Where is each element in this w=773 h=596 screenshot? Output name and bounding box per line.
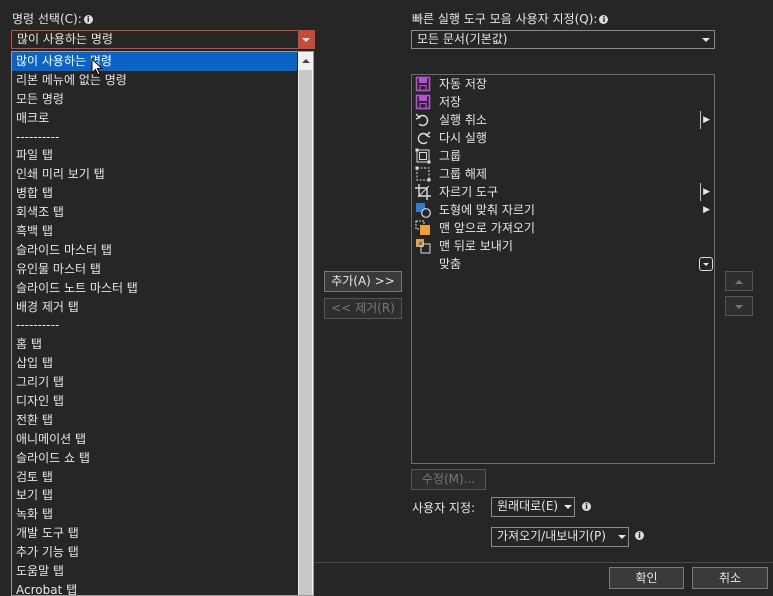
scroll-up-icon[interactable] — [298, 52, 313, 69]
command-list-item[interactable]: 매크로 — [12, 109, 297, 128]
crop-icon — [415, 184, 431, 200]
cancel-button[interactable]: 취소 — [692, 567, 768, 589]
command-list-item[interactable]: 흑백 탭 — [12, 222, 297, 241]
command-list-item[interactable]: 검토 탭 — [12, 468, 297, 487]
command-list-item[interactable]: 전환 탭 — [12, 411, 297, 430]
qat-commands-list[interactable]: 자동 저장 저장 실행 취소 ▶ 다시 실행 그룹 그룹 해제 자르기 도구 ▶ — [411, 74, 715, 464]
chevron-down-icon[interactable] — [298, 31, 314, 48]
command-list-item[interactable]: 슬라이드 마스터 탭 — [12, 241, 297, 260]
command-list-item[interactable]: Acrobat 탭 — [12, 581, 297, 595]
crop-to-shape-icon — [416, 203, 431, 218]
command-list-item[interactable]: 인쇄 미리 보기 탭 — [12, 165, 297, 184]
customizations-label: 사용자 지정: — [412, 501, 476, 515]
reset-dropdown[interactable]: 원래대로(E) — [491, 497, 575, 517]
command-list-item[interactable]: 파일 탭 — [12, 146, 297, 165]
command-list-item[interactable]: 추가 기능 탭 — [12, 543, 297, 562]
command-list-item[interactable]: 녹화 탭 — [12, 505, 297, 524]
command-list-item[interactable]: ---------- — [12, 316, 297, 335]
chevron-down-icon[interactable] — [698, 31, 714, 48]
command-list-item[interactable]: 개발 도구 탭 — [12, 524, 297, 543]
chevron-down-icon[interactable] — [561, 498, 574, 515]
redo-icon — [417, 131, 431, 145]
command-list-item[interactable]: 디자인 탭 — [12, 392, 297, 411]
command-list-item[interactable]: 많이 사용하는 명령 — [12, 52, 297, 71]
bring-to-front-icon — [415, 220, 430, 235]
command-list-item[interactable]: 그리기 탭 — [12, 373, 297, 392]
customize-qat-label: 빠른 실행 도구 모음 사용자 지정(Q): i — [412, 10, 609, 27]
scroll-thumb[interactable] — [299, 70, 312, 595]
choose-commands-label: 명령 선택(C): i — [12, 10, 93, 27]
move-down-button[interactable] — [725, 296, 753, 316]
undo-icon — [415, 113, 429, 127]
qat-item-bring-to-front[interactable]: 맨 앞으로 가져오기 — [412, 219, 714, 237]
command-list-item[interactable]: 모든 명령 — [12, 90, 297, 109]
command-list-item[interactable]: 유인물 마스터 탭 — [12, 260, 297, 279]
info-icon[interactable]: i — [635, 531, 644, 540]
import-export-dropdown[interactable]: 가져오기/내보내기(P) — [491, 527, 629, 547]
command-list-item[interactable]: 삽입 탭 — [12, 354, 297, 373]
footer-divider — [314, 562, 773, 563]
command-list-item[interactable]: 배경 제거 탭 — [12, 298, 297, 317]
command-list-item[interactable]: 도움말 탭 — [12, 562, 297, 581]
qat-item-crop-to-shape[interactable]: 도형에 맞춰 자르기 ▶ — [412, 201, 714, 219]
arrow-up-icon — [735, 279, 743, 284]
qat-item-undo[interactable]: 실행 취소 ▶ — [412, 111, 714, 129]
command-list-item[interactable]: 회색조 탭 — [12, 203, 297, 222]
autosave-icon — [415, 76, 431, 92]
send-to-back-icon — [416, 239, 431, 254]
qat-item-redo[interactable]: 다시 실행 — [412, 129, 714, 147]
remove-button[interactable]: << 제거(R) — [324, 298, 402, 319]
reset-dropdown-value: 원래대로(E) — [497, 499, 559, 513]
qat-item-align[interactable]: 맞춤 — [412, 255, 714, 273]
qat-item-group[interactable]: 그룹 — [412, 147, 714, 165]
commands-combo[interactable]: 많이 사용하는 명령 — [11, 30, 315, 49]
group-icon — [415, 148, 431, 164]
command-list-item[interactable]: 보기 탭 — [12, 486, 297, 505]
scrollbar[interactable] — [298, 52, 313, 595]
ok-button[interactable]: 확인 — [609, 567, 684, 589]
command-list-item[interactable]: 리본 메뉴에 없는 명령 — [12, 71, 297, 90]
command-list-item[interactable]: 슬라이드 쇼 탭 — [12, 449, 297, 468]
qat-item-crop[interactable]: 자르기 도구 ▶ — [412, 183, 714, 201]
info-icon[interactable]: i — [582, 502, 591, 511]
arrow-down-icon — [735, 304, 743, 309]
qat-item-ungroup[interactable]: 그룹 해제 — [412, 165, 714, 183]
info-icon[interactable]: i — [599, 15, 609, 24]
import-export-value: 가져오기/내보내기(P) — [497, 529, 606, 543]
dropdown-icon — [699, 257, 713, 271]
command-list-item[interactable]: 슬라이드 노트 마스터 탭 — [12, 279, 297, 298]
command-list-item[interactable]: 홈 탭 — [12, 335, 297, 354]
commands-combo-value: 많이 사용하는 명령 — [17, 32, 113, 46]
move-up-button[interactable] — [725, 271, 753, 291]
submenu-arrow-icon: ▶ — [703, 205, 710, 215]
add-button[interactable]: 추가(A) >> — [324, 271, 402, 292]
commands-dropdown-list[interactable]: 많이 사용하는 명령 리본 메뉴에 없는 명령 모든 명령 매크로 ----------… — [11, 51, 314, 596]
command-list-item[interactable]: 병합 탭 — [12, 184, 297, 203]
qat-item-save[interactable]: 저장 — [412, 93, 714, 111]
qat-item-send-to-back[interactable]: 맨 뒤로 보내기 — [412, 237, 714, 255]
command-list-item[interactable]: 애니메이션 탭 — [12, 430, 297, 449]
info-icon[interactable]: i — [83, 15, 93, 24]
submenu-arrow-icon: ▶ — [700, 183, 710, 201]
submenu-arrow-icon: ▶ — [700, 111, 710, 129]
qat-item-autosave[interactable]: 자동 저장 — [412, 75, 714, 93]
command-list-item[interactable]: ---------- — [12, 128, 297, 147]
save-icon — [415, 94, 431, 110]
chevron-down-icon[interactable] — [615, 528, 628, 545]
ungroup-icon — [415, 166, 431, 182]
document-scope-value: 모든 문서(기본값) — [417, 32, 508, 46]
document-scope-combo[interactable]: 모든 문서(기본값) — [411, 30, 715, 49]
modify-button[interactable]: 수정(M)... — [411, 469, 486, 490]
mouse-cursor-icon — [91, 58, 104, 76]
